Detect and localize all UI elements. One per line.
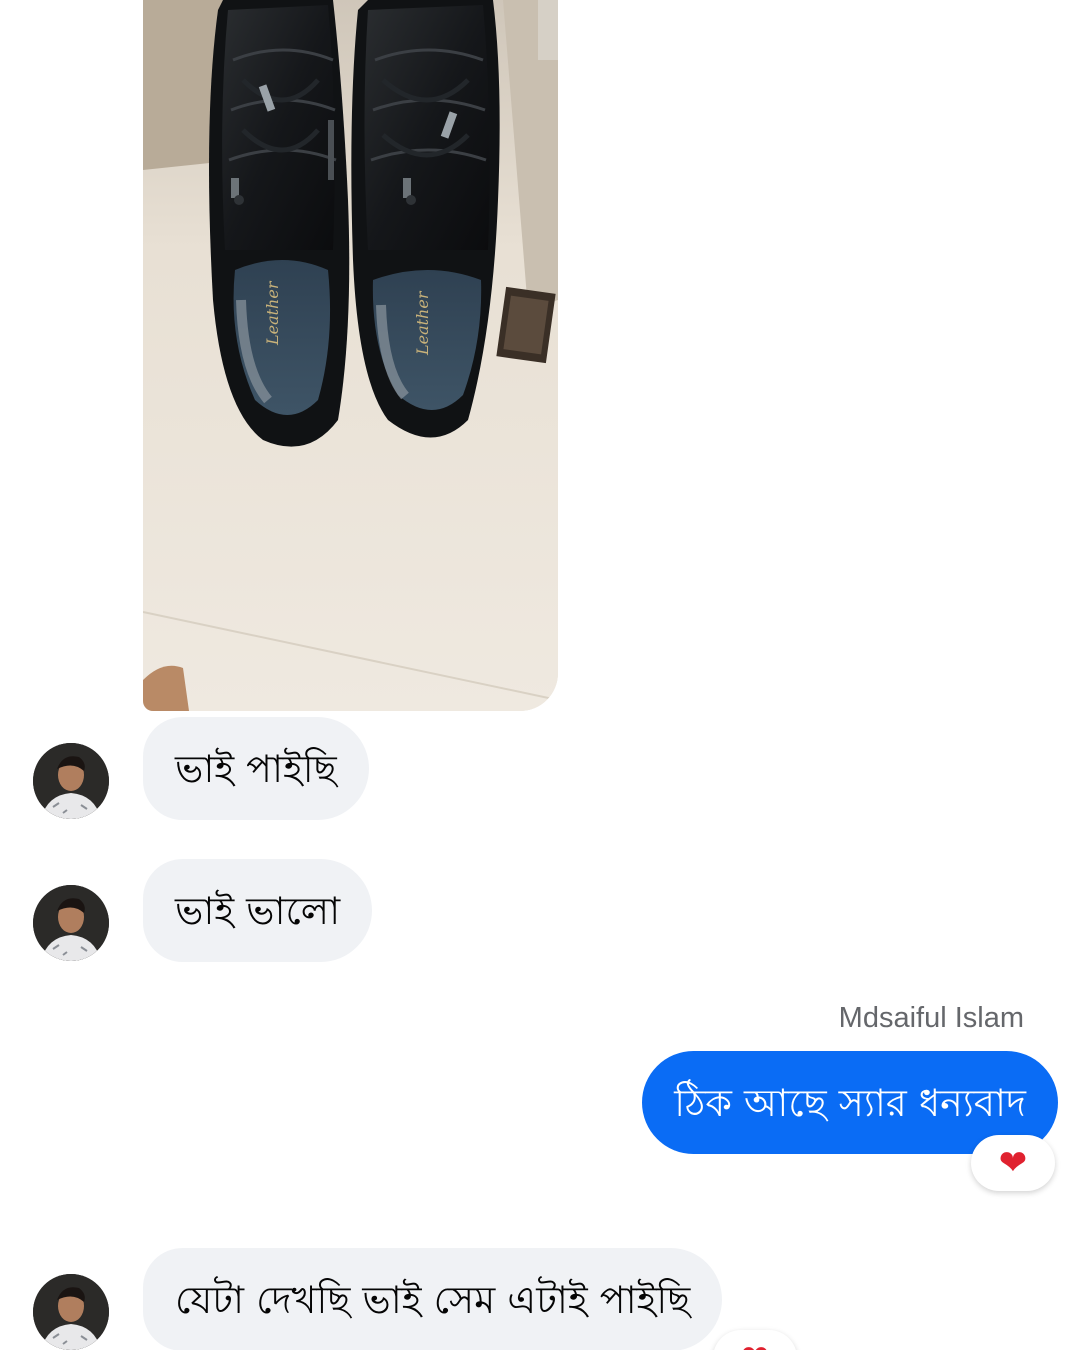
heart-icon: ❤ bbox=[741, 1338, 770, 1350]
reaction-badge[interactable]: ❤ bbox=[971, 1135, 1055, 1191]
shared-photo-message[interactable]: Leather Leather bbox=[143, 0, 558, 711]
reaction-badge[interactable]: ❤ bbox=[713, 1330, 797, 1350]
incoming-message-bubble[interactable]: যেটা দেখছি ভাই সেম এটাই পাইছি bbox=[143, 1248, 723, 1350]
heart-icon: ❤ bbox=[998, 1143, 1028, 1183]
message-text: ঠিক আছে স্যার ধন্যবাদ bbox=[674, 1080, 1026, 1125]
incoming-message-bubble[interactable]: ভাই ভালো bbox=[143, 859, 373, 962]
message-text: ভাই পাইছি bbox=[175, 746, 337, 791]
shoes-photo: Leather Leather bbox=[143, 0, 558, 711]
avatar[interactable] bbox=[33, 1274, 109, 1350]
sender-name: Mdsaiful Islam bbox=[838, 1002, 1024, 1034]
profile-photo bbox=[33, 1274, 109, 1350]
insole-brand-left: Leather bbox=[263, 280, 282, 346]
incoming-message-bubble[interactable]: ভাই পাইছি bbox=[143, 717, 369, 820]
message-text: ভাই ভালো bbox=[175, 888, 341, 933]
insole-brand-right: Leather bbox=[413, 290, 432, 356]
profile-photo bbox=[33, 743, 109, 819]
avatar[interactable] bbox=[33, 885, 109, 961]
profile-photo bbox=[33, 885, 109, 961]
avatar[interactable] bbox=[33, 743, 109, 819]
message-text: যেটা দেখছি ভাই সেম এটাই পাইছি bbox=[175, 1277, 691, 1322]
chat-screen: Leather Leather ভাই পাইছি ভাই ভালো Mdsai… bbox=[0, 0, 1080, 1350]
